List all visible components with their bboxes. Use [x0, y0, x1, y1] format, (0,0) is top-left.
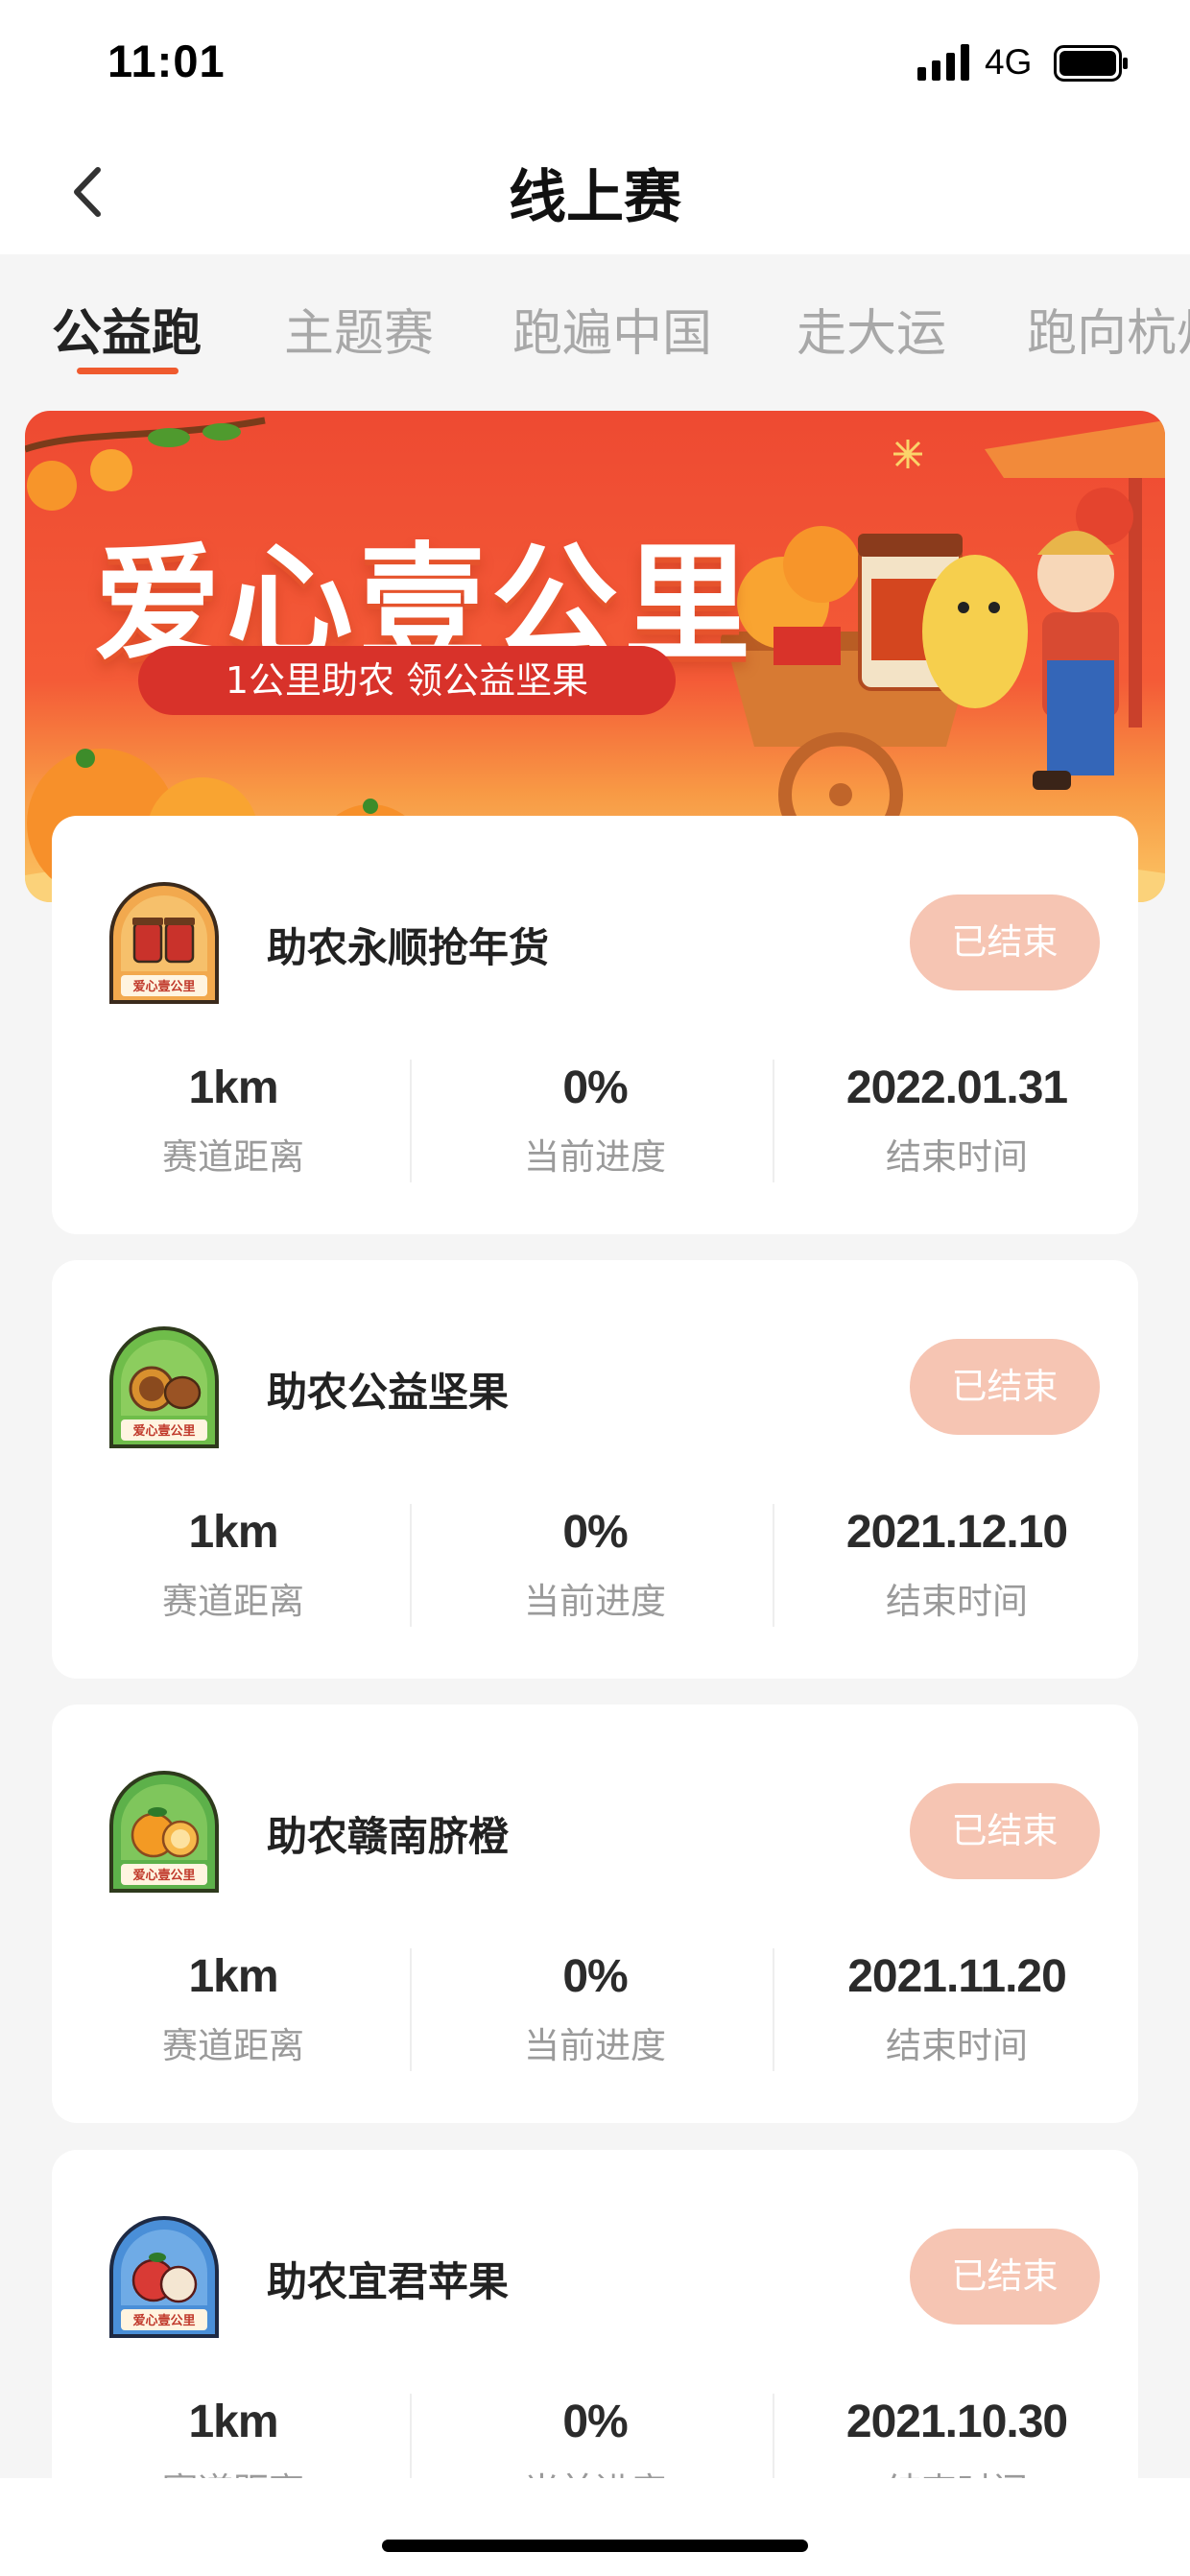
end-time-value: 2021.10.30 [845, 2397, 1068, 2447]
stat-divider [410, 1948, 412, 2071]
end-time-label: 结束时间 [886, 1136, 1028, 1178]
distance-value: 1km [188, 2397, 278, 2447]
progress-value: 0% [562, 1507, 628, 1558]
stat-divider [773, 1948, 774, 2071]
svg-text:爱心壹公里: 爱心壹公里 [132, 1423, 195, 1439]
orange-icon: 爱心壹公里 [109, 1771, 219, 1893]
stat-divider [410, 1060, 412, 1182]
stat-divider [773, 1504, 774, 1627]
jam-jar-icon: 爱心壹公里 [109, 882, 219, 1004]
progress-label: 当前进度 [524, 1136, 666, 1178]
distance-label: 赛道距离 [162, 1136, 304, 1178]
progress-stat: 0% 当前进度 [414, 1061, 776, 1180]
end-time-value: 2022.01.31 [845, 1062, 1068, 1113]
end-time-value: 2021.12.10 [845, 1507, 1068, 1558]
battery-icon [1054, 45, 1128, 82]
apple-icon: 爱心壹公里 [109, 2216, 219, 2338]
event-title: 助农永顺抢年货 [267, 924, 550, 971]
tab-theme-race[interactable]: 主题赛 [284, 293, 434, 365]
progress-value: 0% [562, 1062, 628, 1113]
chestnut-icon: 爱心壹公里 [109, 1326, 219, 1448]
svg-text:爱心壹公里: 爱心壹公里 [132, 2313, 195, 2328]
home-indicator[interactable] [382, 2540, 808, 2552]
page-title: 线上赛 [509, 164, 681, 231]
event-title: 助农宜君苹果 [267, 2258, 510, 2305]
tab-walk-fortune[interactable]: 走大运 [797, 293, 946, 365]
progress-stat: 0% 当前进度 [414, 1950, 776, 2068]
progress-label: 当前进度 [524, 2025, 666, 2066]
distance-label: 赛道距离 [162, 2025, 304, 2066]
event-title: 助农公益坚果 [267, 1369, 510, 1416]
progress-value: 0% [562, 1951, 628, 2002]
distance-stat: 1km 赛道距离 [52, 1061, 415, 1180]
status-time: 11:01 [107, 36, 226, 86]
end-time-stat: 2022.01.31 结束时间 [775, 1061, 1138, 1180]
distance-stat: 1km 赛道距离 [52, 1506, 415, 1624]
end-time-stat: 2021.11.20 结束时间 [775, 1950, 1138, 2068]
progress-value: 0% [562, 2397, 628, 2447]
nav-bar: 线上赛 [0, 130, 1190, 254]
ended-status-button[interactable]: 已结束 [910, 894, 1100, 990]
event-card[interactable]: 爱心壹公里 助农公益坚果 已结束 1km 赛道距离 0% 当前进度 2021.1… [52, 1260, 1138, 1679]
tab-charity-run[interactable]: 公益跑 [52, 293, 202, 365]
end-time-label: 结束时间 [886, 2025, 1028, 2066]
stat-divider [410, 1504, 412, 1627]
active-tab-indicator [77, 368, 178, 374]
category-tabs: 公益跑 主题赛 跑遍中国 走大运 跑向杭州 [0, 254, 1190, 384]
ended-status-button[interactable]: 已结束 [910, 2229, 1100, 2325]
status-bar: 11:01 4G [0, 0, 1190, 130]
network-type: 4G [985, 42, 1033, 82]
end-time-value: 2021.11.20 [847, 1951, 1067, 2002]
bottom-safe-area [0, 2478, 1190, 2576]
ended-status-button[interactable]: 已结束 [910, 1783, 1100, 1879]
event-title: 助农赣南脐橙 [267, 1813, 510, 1860]
tab-run-china[interactable]: 跑遍中国 [512, 293, 712, 365]
distance-label: 赛道距离 [162, 1581, 304, 1622]
banner-subtitle: 1公里助农 领公益坚果 [138, 646, 676, 715]
distance-value: 1km [188, 1951, 278, 2002]
event-card[interactable]: 爱心壹公里 助农赣南脐橙 已结束 1km 赛道距离 0% 当前进度 2021.1… [52, 1705, 1138, 2123]
progress-label: 当前进度 [524, 1581, 666, 1622]
distance-value: 1km [188, 1062, 278, 1113]
ended-status-button[interactable]: 已结束 [910, 1339, 1100, 1435]
end-time-label: 结束时间 [886, 1581, 1028, 1622]
distance-stat: 1km 赛道距离 [52, 1950, 415, 2068]
distance-value: 1km [188, 1507, 278, 1558]
svg-text:爱心壹公里: 爱心壹公里 [132, 1868, 195, 1883]
event-card[interactable]: 爱心壹公里 助农永顺抢年货 已结束 1km 赛道距离 0% 当前进度 2022.… [52, 816, 1138, 1234]
signal-icon [917, 44, 969, 81]
end-time-stat: 2021.12.10 结束时间 [775, 1506, 1138, 1624]
svg-text:爱心壹公里: 爱心壹公里 [132, 979, 195, 994]
stat-divider [773, 1060, 774, 1182]
progress-stat: 0% 当前进度 [414, 1506, 776, 1624]
tab-run-hangzhou[interactable]: 跑向杭州 [1027, 293, 1190, 365]
